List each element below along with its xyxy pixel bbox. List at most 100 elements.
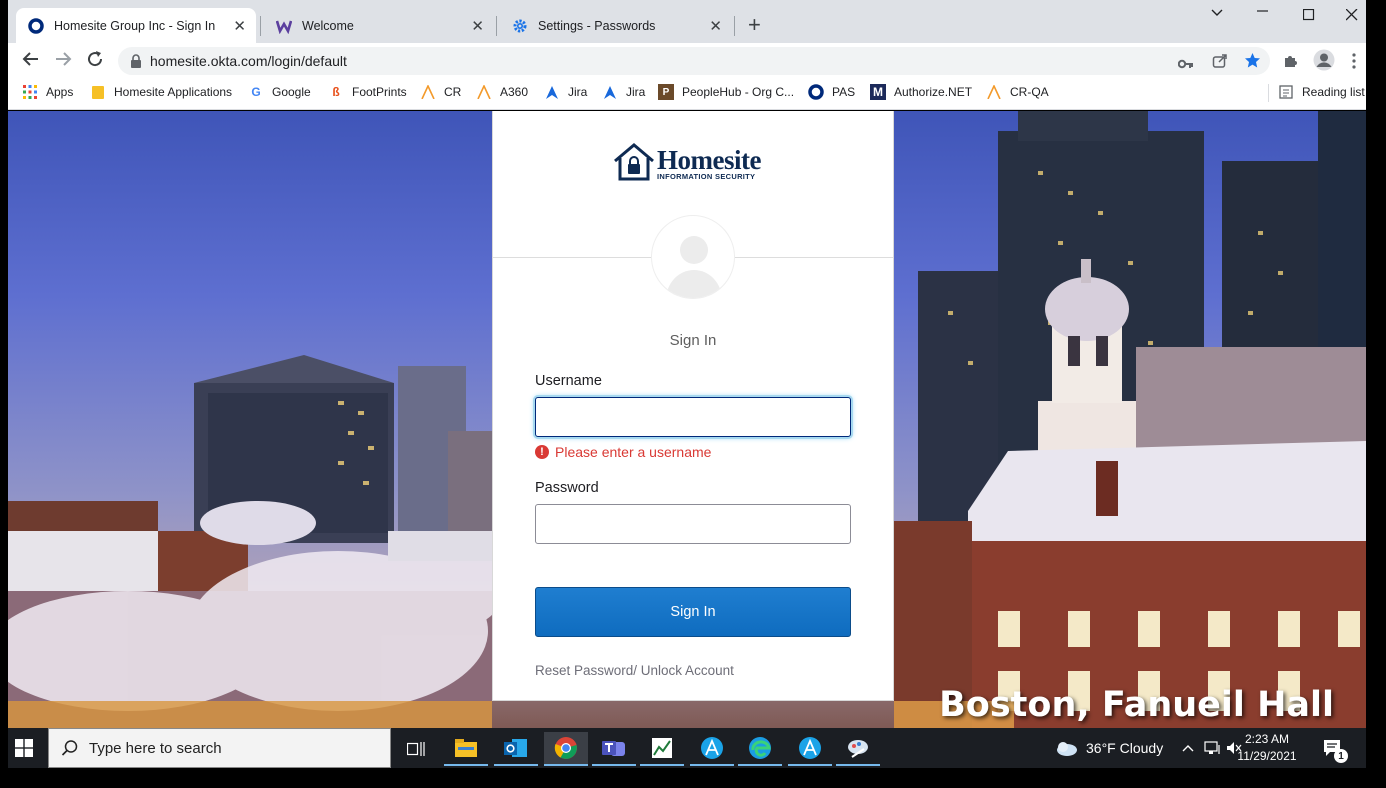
username-input[interactable]	[535, 397, 851, 437]
close-tab-icon[interactable]: ✕	[233, 17, 246, 35]
network-icon[interactable]	[1204, 728, 1222, 768]
password-label: Password	[535, 480, 599, 496]
chart-app-icon[interactable]	[640, 732, 684, 766]
bookmark-pas[interactable]: PAS	[808, 84, 855, 100]
task-view-icon[interactable]	[394, 732, 438, 766]
bookmark-apps[interactable]: Apps	[22, 84, 73, 100]
weather-text: 36°F Cloudy	[1086, 740, 1164, 756]
chrome-icon[interactable]	[544, 732, 588, 766]
login-card: Homesite INFORMATION SECURITY Sign In Us…	[492, 111, 894, 701]
bookmark-cr-qa[interactable]: CR-QA	[986, 84, 1049, 100]
maximize-icon[interactable]	[1302, 8, 1315, 26]
windows-taskbar: Type here to search 36°F Cloudy 2:23 AM …	[8, 728, 1366, 768]
jira-icon	[602, 84, 618, 100]
edge-icon[interactable]	[738, 732, 782, 766]
user-avatar-placeholder	[651, 215, 735, 299]
reading-list-icon	[1278, 84, 1294, 100]
profile-avatar-icon[interactable]	[1313, 49, 1335, 75]
bookmark-footprints[interactable]: ß FootPrints	[328, 84, 406, 100]
tab-search-chevron-icon[interactable]	[1211, 5, 1223, 23]
tab-welcome[interactable]: Welcome ✕	[264, 8, 494, 43]
windows-start-icon[interactable]	[12, 736, 36, 760]
logo-subtitle: INFORMATION SECURITY	[657, 172, 756, 181]
reading-list-button[interactable]: Reading list	[1278, 84, 1365, 100]
tab-title: Settings - Passwords	[538, 18, 656, 33]
folder-icon	[90, 84, 106, 100]
share-icon[interactable]	[1212, 53, 1228, 74]
clock-date: 11/29/2021	[1237, 749, 1297, 763]
cloudy-weather-icon	[1057, 742, 1077, 756]
key-icon[interactable]	[1177, 56, 1194, 74]
bookmark-label: CR-QA	[1010, 85, 1049, 99]
okta-icon	[28, 17, 44, 34]
menu-kebab-icon[interactable]	[1352, 53, 1356, 73]
desktop: Homesite Group Inc - Sign In ✕ Welcome ✕…	[0, 0, 1386, 788]
a-logo-icon	[420, 84, 436, 100]
reset-password-link[interactable]: Reset Password/ Unlock Account	[535, 663, 734, 678]
bookmark-a360[interactable]: A360	[476, 84, 528, 100]
minimize-icon[interactable]	[1257, 3, 1269, 21]
w-logo-icon	[276, 18, 292, 34]
close-tab-icon[interactable]: ✕	[471, 17, 484, 35]
bookmark-star-icon[interactable]	[1244, 52, 1261, 74]
google-g-icon: G	[251, 85, 261, 99]
tab-homesite-sign-in[interactable]: Homesite Group Inc - Sign In ✕	[16, 8, 256, 43]
notification-count-badge: 1	[1334, 749, 1348, 763]
new-tab-icon[interactable]: +	[748, 13, 761, 37]
house-lock-icon	[614, 143, 654, 181]
bookmark-jira[interactable]: Jira	[544, 84, 587, 100]
password-input[interactable]	[535, 504, 851, 544]
homesite-logo: Homesite INFORMATION SECURITY	[613, 143, 761, 181]
background-caption: Boston, Fanueil Hall	[939, 685, 1334, 725]
bookmark-jira-2[interactable]: Jira	[602, 84, 645, 100]
username-label: Username	[535, 373, 602, 389]
okta-icon	[808, 84, 824, 100]
lock-icon[interactable]	[130, 54, 142, 73]
taskbar-search-box[interactable]: Type here to search	[48, 728, 391, 768]
forward-icon[interactable]	[54, 50, 72, 72]
authorize-net-m-icon: M	[870, 84, 886, 100]
tab-title: Homesite Group Inc - Sign In	[54, 18, 216, 33]
bookmark-cr[interactable]: CR	[420, 84, 461, 100]
weather-widget[interactable]: 36°F Cloudy	[1054, 728, 1163, 768]
sign-in-heading: Sign In	[669, 332, 717, 349]
teams-icon[interactable]	[592, 732, 636, 766]
tab-separator	[496, 16, 497, 36]
bookmark-authorize-net[interactable]: M Authorize.NET	[870, 84, 972, 100]
bookmarks-divider	[1268, 84, 1269, 102]
extensions-puzzle-icon[interactable]	[1283, 52, 1299, 72]
bookmark-label: Jira	[568, 85, 588, 99]
bookmark-label: PeopleHub - Org C...	[682, 85, 795, 99]
footprints-icon: ß	[332, 85, 340, 99]
url-text: homesite.okta.com/login/default	[150, 53, 347, 69]
snipping-tool-icon[interactable]	[836, 732, 880, 766]
logo-wordmark: Homesite	[657, 145, 761, 175]
bookmark-label: A360	[500, 85, 529, 99]
file-explorer-icon[interactable]	[444, 732, 488, 766]
bookmark-label: Authorize.NET	[894, 85, 973, 99]
bookmark-label: Jira	[626, 85, 646, 99]
system-clock[interactable]: 2:23 AM 11/29/2021	[1230, 731, 1304, 765]
outlook-icon[interactable]	[494, 732, 538, 766]
notifications-button[interactable]: 1	[1322, 728, 1348, 768]
bookmark-homesite-applications[interactable]: Homesite Applications	[90, 84, 232, 100]
tab-settings-passwords[interactable]: Settings - Passwords ✕	[500, 8, 732, 43]
back-icon[interactable]	[22, 50, 40, 72]
bookmark-peoplehub[interactable]: P PeopleHub - Org C...	[658, 84, 794, 100]
show-hidden-icons-chevron-icon[interactable]	[1182, 728, 1194, 768]
user-silhouette-icon	[666, 236, 722, 298]
close-window-icon[interactable]	[1345, 8, 1358, 26]
clock-time: 2:23 AM	[1244, 732, 1290, 746]
a-circle-app-icon[interactable]	[690, 732, 734, 766]
a-circle-app-icon-2[interactable]	[788, 732, 832, 766]
peoplehub-p-icon: P	[658, 84, 674, 100]
sign-in-button[interactable]: Sign In	[535, 587, 851, 637]
close-tab-icon[interactable]: ✕	[709, 17, 722, 35]
bookmark-google[interactable]: G Google	[248, 84, 310, 100]
taskbar-search-placeholder: Type here to search	[89, 739, 222, 757]
tab-separator	[734, 16, 735, 36]
bookmark-label: PAS	[832, 85, 856, 99]
address-bar[interactable]: homesite.okta.com/login/default	[118, 47, 1270, 75]
username-error: ! Please enter a username	[535, 444, 711, 460]
reload-icon[interactable]	[86, 50, 104, 72]
